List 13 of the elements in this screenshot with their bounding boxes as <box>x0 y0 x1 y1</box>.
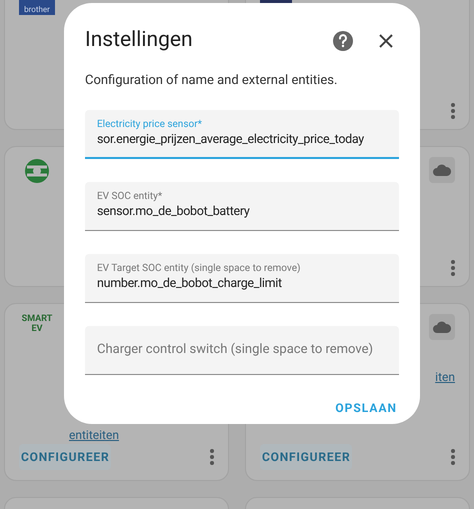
entity-field[interactable]: EV Target SOC entity (single space to remove) number.mo_de_bobot_charge_limit <box>85 254 399 303</box>
configure-button[interactable]: CONFIGUREER <box>260 444 352 470</box>
entities-link[interactable]: entiteiten <box>69 426 119 444</box>
entity-field[interactable]: EV SOC entity* sensor.mo_de_bobot_battery <box>85 182 399 231</box>
save-button[interactable]: OPSLAAN <box>333 395 399 421</box>
entity-field[interactable]: Charger control switch (single space to remove) <box>85 326 399 375</box>
dialog-title: Instellingen <box>85 27 193 54</box>
dialog-description: Configuration of name and external entities. <box>85 72 338 90</box>
configure-button[interactable]: CONFIGUREER <box>19 444 112 470</box>
entity-field[interactable]: Electricity price sensor* sor.energie_prijzen_average_electricity_price_today <box>85 110 399 159</box>
entities-link[interactable]: iten <box>435 368 455 386</box>
brand-logo: SMART EV <box>20 314 54 334</box>
brand-logo: brother <box>19 0 55 15</box>
